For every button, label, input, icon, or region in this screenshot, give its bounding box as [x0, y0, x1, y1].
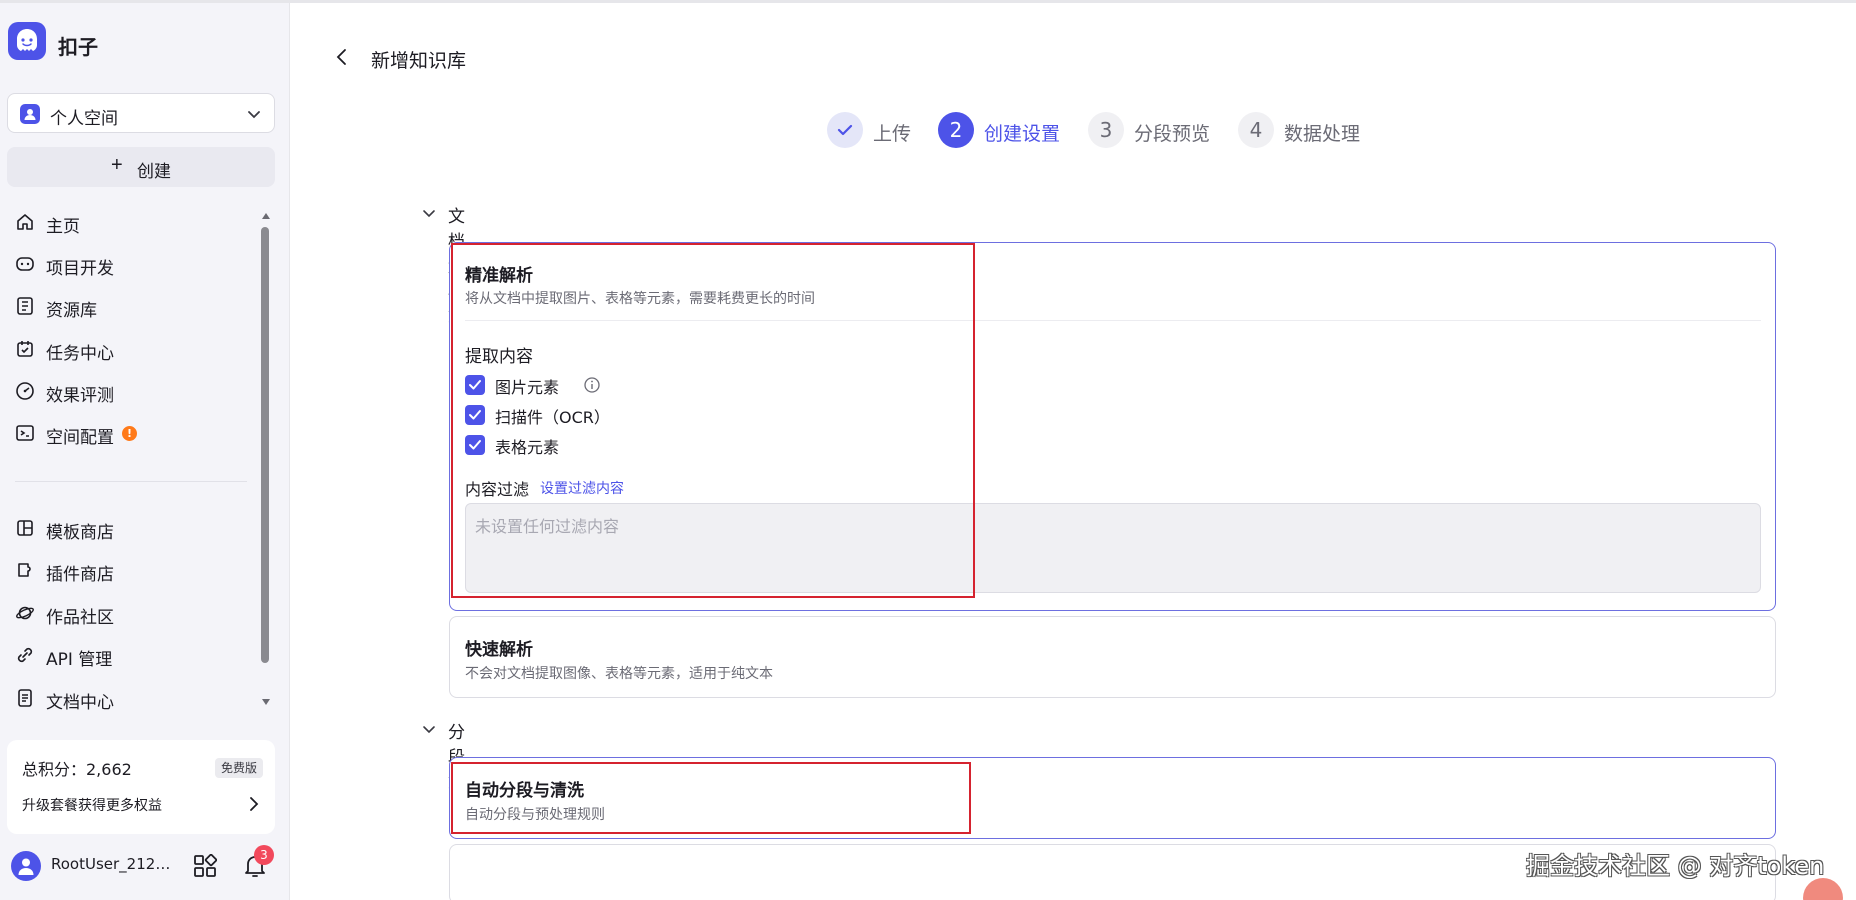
chevron-down-icon	[423, 210, 435, 218]
sidebar: 扣子 个人空间 + 创建 主页 项目开发 资源库 任务中心 效果评测 空间配置 …	[0, 3, 290, 900]
check-icon	[827, 112, 863, 148]
nav-label: 空间配置	[46, 428, 114, 448]
nav-item-api[interactable]: API 管理	[15, 640, 255, 670]
step-number: 3	[1088, 112, 1124, 148]
watermark-text: 掘金技术社区 @ 对齐token	[1526, 852, 1825, 880]
library-icon	[17, 297, 33, 315]
nav-label: 效果评测	[46, 386, 114, 406]
gauge-icon	[16, 382, 34, 400]
chevron-down-icon	[423, 726, 435, 734]
highlight-box-auto-segment	[451, 762, 971, 834]
terminal-icon	[16, 425, 34, 441]
coze-logo-icon[interactable]	[8, 22, 46, 60]
floating-assistant-icon[interactable]	[1803, 878, 1843, 900]
nav-label: 文档中心	[46, 693, 114, 713]
step-number: 2	[938, 112, 974, 148]
nav-item-space-config[interactable]: 空间配置 !	[15, 418, 255, 448]
nav-label: 模板商店	[46, 523, 114, 543]
user-avatar[interactable]	[11, 851, 41, 881]
nav-label: API 管理	[46, 650, 113, 670]
step-label: 上传	[873, 123, 912, 145]
home-icon	[17, 214, 33, 230]
brand-name: 扣子	[58, 35, 98, 59]
chevron-down-icon	[248, 111, 260, 119]
back-arrow-icon[interactable]	[334, 48, 350, 66]
chevron-right-icon	[250, 797, 259, 811]
scroll-down-arrow-icon[interactable]	[262, 699, 270, 705]
nav-item-tasks[interactable]: 任务中心	[15, 334, 255, 364]
doc-icon	[18, 689, 32, 707]
nav-item-community[interactable]: 作品社区	[15, 598, 255, 628]
create-button[interactable]: + 创建	[7, 147, 275, 187]
plugin-icon	[18, 563, 31, 577]
nav-label: 资源库	[46, 301, 97, 321]
sidebar-scrollbar[interactable]	[260, 213, 270, 709]
plus-icon: +	[111, 154, 123, 176]
user-name[interactable]: RootUser_2122270190	[51, 855, 171, 873]
nav-divider	[15, 481, 247, 482]
step-label: 创建设置	[984, 123, 1061, 145]
step-label: 分段预览	[1134, 123, 1211, 145]
nav-label: 主页	[46, 217, 80, 237]
scroll-thumb[interactable]	[261, 227, 269, 663]
quick-parse-card[interactable]: 快速解析 不会对文档提取图像、表格等元素，适用于纯文本	[449, 616, 1776, 698]
apps-grid-icon[interactable]	[193, 854, 217, 878]
nav-item-template-store[interactable]: 模板商店	[15, 513, 255, 543]
nav-label: 插件商店	[46, 565, 114, 585]
nav-label: 作品社区	[46, 608, 114, 628]
link-icon	[17, 647, 33, 663]
option-title: 快速解析	[465, 640, 533, 660]
template-icon	[17, 520, 33, 536]
warning-badge: !	[122, 426, 137, 441]
highlight-box-precise-parse	[451, 243, 975, 598]
space-avatar-icon	[20, 104, 40, 124]
planet-icon	[16, 606, 34, 620]
nav-label: 任务中心	[46, 344, 114, 364]
bot-icon	[16, 257, 34, 271]
nav-item-evaluation[interactable]: 效果评测	[15, 376, 255, 406]
notification-badge: 3	[254, 845, 274, 865]
space-label: 个人空间	[50, 109, 118, 129]
task-icon	[17, 341, 33, 357]
space-selector[interactable]: 个人空间	[7, 93, 275, 133]
option-desc: 不会对文档提取图像、表格等元素，适用于纯文本	[465, 666, 773, 682]
points-total: 总积分：2,662	[22, 760, 132, 779]
scroll-up-arrow-icon[interactable]	[262, 213, 270, 219]
nav-item-plugin-store[interactable]: 插件商店	[15, 555, 255, 585]
points-card: 总积分：2,662 免费版 升级套餐获得更多权益	[7, 740, 275, 834]
nav-item-docs[interactable]: 文档中心	[15, 683, 255, 713]
step-label: 数据处理	[1284, 123, 1361, 145]
nav-item-home[interactable]: 主页	[15, 207, 255, 237]
page-title: 新增知识库	[371, 50, 467, 72]
plan-badge: 免费版	[214, 758, 263, 778]
step-number: 4	[1238, 112, 1274, 148]
nav-item-projects[interactable]: 项目开发	[15, 249, 255, 279]
nav-label: 项目开发	[46, 259, 114, 279]
upgrade-text: 升级套餐获得更多权益	[22, 798, 162, 814]
create-label: 创建	[137, 162, 171, 181]
nav-item-library[interactable]: 资源库	[15, 291, 255, 321]
